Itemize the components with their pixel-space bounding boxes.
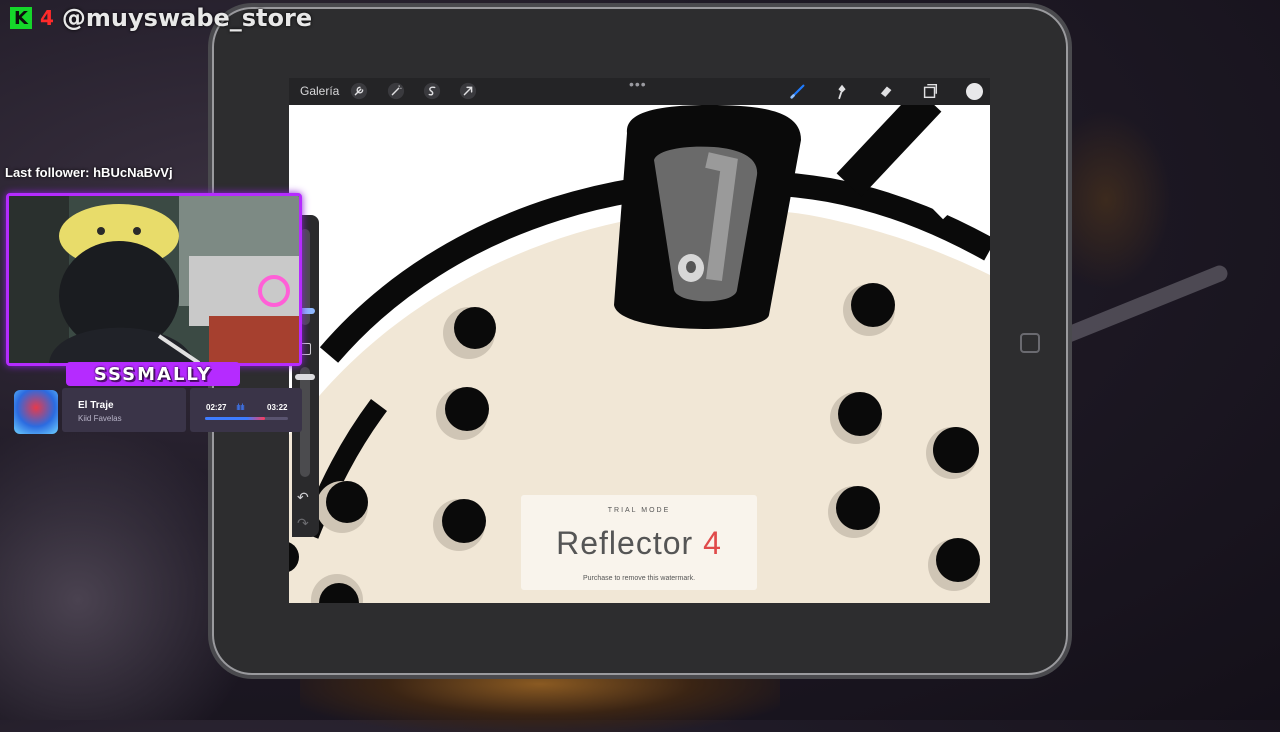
total-time: 03:22	[267, 403, 288, 412]
selection-icon[interactable]	[422, 81, 442, 101]
watermark-product: Reflector	[556, 525, 694, 561]
color-picker-icon[interactable]	[966, 83, 983, 100]
track-info: El Traje Kiid Favelas	[62, 388, 186, 432]
webcam-image	[9, 196, 299, 363]
store-handle: @muyswabe_store	[61, 4, 313, 32]
webcam-feed	[6, 193, 302, 366]
wrench-icon[interactable]	[349, 81, 369, 101]
current-time: 02:27	[206, 403, 227, 412]
progress-bar	[205, 417, 288, 420]
streamer-name: SSSMALLY	[66, 362, 240, 386]
background-flame	[300, 672, 780, 732]
equalizer-icon: ılıılı	[236, 402, 245, 412]
track-title: El Traje	[78, 400, 114, 411]
opacity-knob[interactable]	[295, 374, 315, 380]
watermark-mode: TRIAL MODE	[607, 507, 671, 514]
progress-bar-fill	[205, 417, 265, 420]
reflector-watermark: TRIAL MODE Reflector 4 Purchase to remov…	[521, 495, 757, 590]
track-progress: 02:27 ılıılı 03:22	[190, 388, 302, 432]
stream-brand: K 4 @muyswabe_store	[10, 4, 312, 32]
watermark-version: 4	[703, 525, 722, 561]
home-button[interactable]	[1020, 333, 1040, 353]
watermark-title: Reflector 4	[521, 525, 757, 562]
album-art	[14, 390, 58, 434]
undo-icon[interactable]: ↶	[297, 489, 309, 506]
smudge-icon[interactable]	[832, 81, 852, 101]
background-pumpkin	[1062, 110, 1172, 290]
procreate-toolbar: Galería •••	[289, 78, 990, 105]
last-follower: Last follower: hBUcNaBvVj	[5, 165, 173, 180]
brush-icon[interactable]	[788, 81, 808, 101]
watermark-note: Purchase to remove this watermark.	[582, 575, 696, 582]
now-playing-widget: El Traje Kiid Favelas 02:27 ılıılı 03:22	[10, 388, 302, 434]
transform-arrow-icon[interactable]	[458, 81, 478, 101]
magic-wand-icon[interactable]	[386, 81, 406, 101]
layers-icon[interactable]	[920, 81, 940, 101]
brand-four: 4	[40, 6, 54, 30]
more-options-dots[interactable]: •••	[629, 78, 647, 92]
track-artist: Kiid Favelas	[78, 414, 122, 423]
redo-icon[interactable]: ↷	[297, 515, 309, 532]
kick-logo-icon: K	[10, 7, 32, 29]
gallery-button[interactable]: Galería	[300, 84, 339, 98]
eraser-icon[interactable]	[876, 81, 896, 101]
